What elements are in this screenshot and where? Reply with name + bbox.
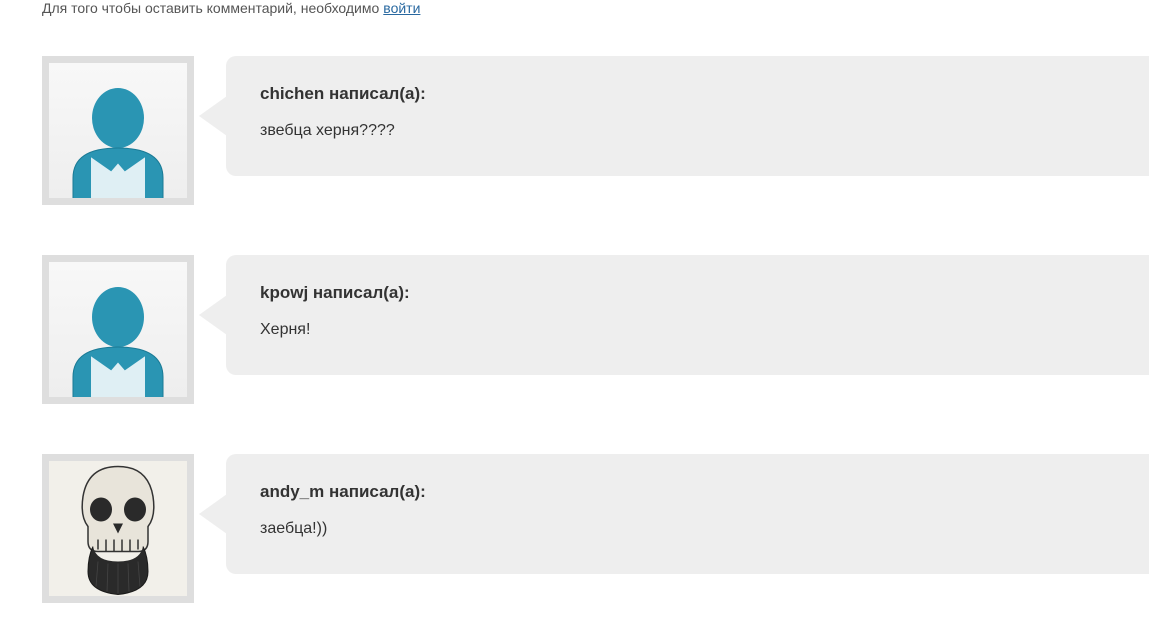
- login-hint-text: Для того чтобы оставить комментарий, нео…: [42, 0, 379, 16]
- wrote-label: написал(а):: [313, 283, 410, 302]
- wrote-label: написал(а):: [329, 482, 426, 501]
- comment-text: Херня!: [260, 321, 1115, 339]
- comment-bubble: chichen написал(а): звебца херня????: [226, 56, 1149, 176]
- speech-tail: [194, 295, 226, 335]
- login-hint: Для того чтобы оставить комментарий, нео…: [0, 0, 1149, 31]
- avatar-skull-icon: [49, 461, 187, 596]
- comment-author[interactable]: andy_m: [260, 482, 324, 501]
- comment-item: andy_m написал(а): заебца!)): [0, 429, 1149, 628]
- avatar-default-icon: [49, 262, 187, 397]
- comment-item: kpowj написал(а): Херня!: [0, 230, 1149, 429]
- comment-author-line: andy_m написал(а):: [260, 482, 1115, 502]
- comment-bubble: kpowj написал(а): Херня!: [226, 255, 1149, 375]
- login-link[interactable]: войти: [383, 0, 420, 16]
- comment-author-line: chichen написал(а):: [260, 84, 1115, 104]
- avatar-default-icon: [49, 63, 187, 198]
- wrote-label: написал(а):: [329, 84, 426, 103]
- comment-author-line: kpowj написал(а):: [260, 283, 1115, 303]
- comment-item: chichen написал(а): звебца херня????: [0, 31, 1149, 230]
- speech-tail: [194, 494, 226, 534]
- speech-tail: [194, 96, 226, 136]
- comment-author[interactable]: kpowj: [260, 283, 308, 302]
- avatar[interactable]: [42, 454, 194, 603]
- comment-bubble: andy_m написал(а): заебца!)): [226, 454, 1149, 574]
- comment-text: звебца херня????: [260, 122, 1115, 140]
- avatar[interactable]: [42, 56, 194, 205]
- comment-text: заебца!)): [260, 520, 1115, 538]
- comment-author[interactable]: chichen: [260, 84, 324, 103]
- avatar[interactable]: [42, 255, 194, 404]
